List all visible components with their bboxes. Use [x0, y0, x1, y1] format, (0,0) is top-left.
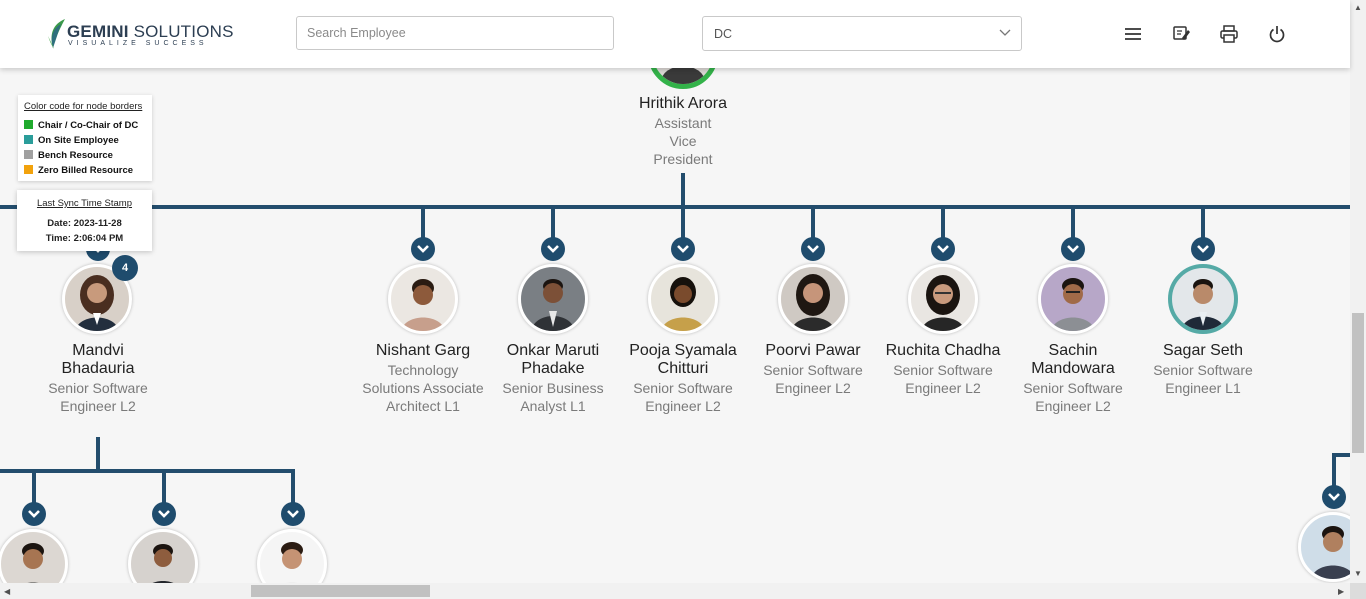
border-color-legend: Color code for node borders Chair / Co-C… [18, 95, 152, 181]
connector-line [1332, 453, 1336, 487]
level1-horizontal-line [0, 205, 1350, 209]
root-down-line [681, 173, 685, 209]
chevron-down-icon [1328, 493, 1340, 501]
leaf-logo-icon [48, 19, 65, 49]
employee-avatar[interactable] [518, 264, 588, 334]
chevron-down-icon [807, 245, 819, 253]
legend-item: Zero Billed Resource [24, 165, 133, 177]
expand-toggle[interactable] [1191, 237, 1215, 261]
search-employee-input[interactable] [296, 16, 614, 50]
connector-line [162, 473, 166, 503]
legend-item: On Site Employee [24, 135, 119, 147]
employee-avatar[interactable] [1038, 264, 1108, 334]
scroll-up-icon[interactable]: ▲ [1354, 3, 1362, 12]
sync-title: Last Sync Time Stamp [36, 198, 133, 209]
expand-toggle[interactable] [671, 237, 695, 261]
connector-line [681, 209, 685, 239]
legend-item: Chair / Co-Chair of DC [24, 120, 138, 132]
menu-icon[interactable] [1123, 24, 1143, 44]
edit-note-icon[interactable] [1171, 24, 1191, 44]
chevron-down-icon [1067, 245, 1079, 253]
connector-line [551, 209, 555, 239]
dc-select-value: DC [714, 27, 733, 41]
employee-role: Senior Software Engineer L2 [763, 362, 863, 396]
employee-role: Senior Software Engineer L1 [1153, 362, 1253, 396]
legend-swatch [24, 120, 33, 129]
expand-toggle[interactable] [1322, 485, 1346, 509]
employee-name[interactable]: Poorvi Pawar [751, 342, 875, 360]
connector-line [811, 209, 815, 239]
chevron-down-icon [547, 245, 559, 253]
scrollbar-corner [1350, 583, 1366, 599]
connector-line [941, 209, 945, 239]
connector-line [291, 473, 295, 503]
expand-toggle[interactable] [1061, 237, 1085, 261]
employee-avatar[interactable] [778, 264, 848, 334]
vertical-scrollbar[interactable] [1350, 0, 1366, 583]
logo-tagline: VISUALIZE SUCCESS [68, 40, 208, 47]
legend-swatch [24, 165, 33, 174]
company-logo[interactable]: GEMINI SOLUTIONS VISUALIZE SUCCESS [47, 18, 233, 52]
reportee-count-badge: 4 [112, 255, 138, 281]
sync-time: Time: 2:06:04 PM [45, 233, 124, 244]
level2-horizontal-line [0, 469, 295, 473]
legend-item: Bench Resource [24, 150, 113, 162]
sync-timestamp-panel: Last Sync Time Stamp Date: 2023-11-28 Ti… [17, 190, 152, 251]
expand-toggle[interactable] [22, 502, 46, 526]
connector-line [1201, 209, 1205, 239]
employee-avatar[interactable] [1168, 264, 1238, 334]
chevron-down-icon [158, 510, 170, 518]
legend-swatch [24, 135, 33, 144]
employee-name[interactable]: Mandvi Bhadauria [36, 342, 160, 378]
employee-name[interactable]: Sachin Mandowara [1011, 342, 1135, 378]
root-role: Assistant Vice President [653, 115, 713, 167]
connector-line [1071, 209, 1075, 239]
scroll-down-icon[interactable]: ▼ [1354, 569, 1362, 578]
employee-role: Senior Business Analyst L1 [502, 380, 604, 414]
expand-toggle[interactable] [411, 237, 435, 261]
horizontal-scrollbar[interactable] [0, 583, 1350, 599]
chevron-down-icon [287, 510, 299, 518]
chevron-down-icon [417, 245, 429, 253]
sync-date: Date: 2023-11-28 [47, 218, 122, 229]
employee-role: Senior Software Engineer L2 [633, 380, 733, 414]
chevron-down-icon [999, 29, 1011, 36]
vertical-scroll-thumb[interactable] [1352, 313, 1364, 453]
employee-name[interactable]: Sagar Seth [1141, 342, 1265, 360]
power-icon[interactable] [1267, 24, 1287, 44]
connector-line [421, 209, 425, 239]
chevron-down-icon [677, 245, 689, 253]
scroll-right-icon[interactable]: ▶ [1338, 587, 1344, 596]
employee-name[interactable]: Onkar Maruti Phadake [491, 342, 615, 378]
employee-role: Senior Software Engineer L2 [893, 362, 993, 396]
chevron-down-icon [1197, 245, 1209, 253]
mandvi-down-line [96, 437, 100, 472]
expand-toggle[interactable] [541, 237, 565, 261]
legend-title: Color code for node borders [24, 101, 143, 112]
expand-toggle[interactable] [281, 502, 305, 526]
employee-name[interactable]: Nishant Garg [361, 342, 485, 360]
print-icon[interactable] [1219, 24, 1239, 44]
expand-toggle[interactable] [801, 237, 825, 261]
employee-role: Senior Software Engineer L2 [48, 380, 148, 414]
employee-role: Technology Solutions Associate Architect… [362, 362, 484, 414]
employee-name[interactable]: Pooja Syamala Chitturi [621, 342, 745, 378]
legend-swatch [24, 150, 33, 159]
employee-avatar[interactable] [908, 264, 978, 334]
chevron-down-icon [28, 510, 40, 518]
employee-avatar[interactable] [388, 264, 458, 334]
dc-select[interactable]: DC [702, 16, 1022, 51]
top-navbar: GEMINI SOLUTIONS VISUALIZE SUCCESS DC [0, 0, 1350, 68]
logo-wordmark: GEMINI SOLUTIONS [67, 22, 234, 41]
horizontal-scroll-thumb[interactable] [251, 585, 430, 597]
expand-toggle[interactable] [931, 237, 955, 261]
connector-line [32, 473, 36, 503]
employee-avatar[interactable] [648, 264, 718, 334]
employee-role: Senior Software Engineer L2 [1023, 380, 1123, 414]
chevron-down-icon [937, 245, 949, 253]
expand-toggle[interactable] [152, 502, 176, 526]
root-name[interactable]: Hrithik Arora [621, 95, 745, 113]
employee-name[interactable]: Ruchita Chadha [881, 342, 1005, 360]
scroll-left-icon[interactable]: ◀ [4, 587, 10, 596]
